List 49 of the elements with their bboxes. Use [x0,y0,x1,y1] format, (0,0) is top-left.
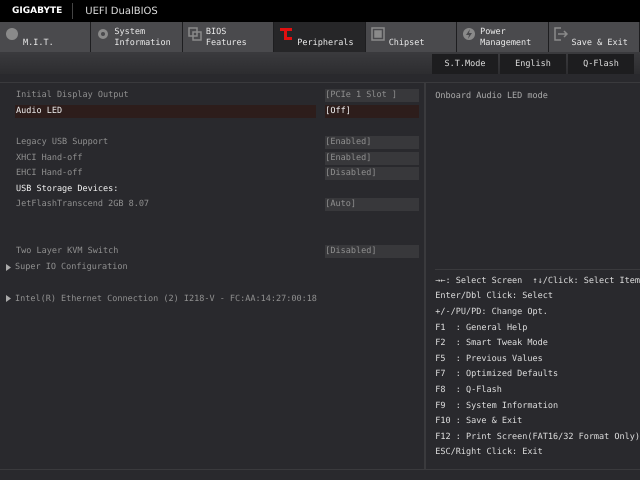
help-description: Onboard Audio LED mode [435,91,549,101]
key-hint: F12 : Print Screen(FAT16/32 Format Only) [435,430,640,444]
toolbar-button[interactable]: English [500,54,566,74]
layers-icon [188,27,202,41]
menu-tab[interactable]: Peripherals [274,22,365,52]
setting-value[interactable]: [Enabled] [325,152,420,165]
triangle-icon [6,264,11,271]
menu-tab[interactable]: BIOS Features [182,22,274,52]
section-heading: USB Storage Devices: [15,182,120,196]
submenu-item[interactable]: Intel(R) Ethernet Connection (2) I218-V - FC:AA:14:27:00:18 [15,294,317,304]
key-hint: F2 : Smart Tweak Mode [435,337,549,350]
key-hint: Enter/Dbl Click: Select [435,290,554,304]
key-hint: F7 : Optimized Defaults [435,368,560,382]
key-hint: F8 : Q-Flash [435,384,503,398]
setting-label[interactable]: Audio LED [15,104,316,118]
submenu-item[interactable]: Super IO Configuration [15,262,128,272]
setting-value[interactable]: [Enabled] [325,136,420,150]
setting-value[interactable]: [Off] [325,104,420,118]
setting-label[interactable]: XHCI Hand-off [15,152,316,165]
setting-value[interactable]: [Auto] [325,198,420,212]
key-hint: +/-/PU/PD: Change Opt. [435,306,549,320]
setting-label[interactable]: Initial Display Output [15,89,316,102]
triangle-icon [6,295,11,302]
setting-value[interactable]: [Disabled] [325,167,420,180]
key-hint: F9 : System Information [435,400,560,413]
key-hint: →←: Select Screen ↑↓/Click: Select Item [435,274,640,288]
key-hint: F1 : General Help [435,322,528,335]
menu-tab[interactable]: Chipset [366,22,456,52]
menu-tab[interactable]: M.I.T. [0,22,90,52]
toolbar-button[interactable]: Q-Flash [568,54,634,74]
setting-label[interactable]: Legacy USB Support [15,136,316,150]
window-title: UEFI DualBIOS [84,6,158,16]
exit-icon [554,27,568,41]
toolbar-button[interactable]: S.T.Mode [432,54,498,74]
setting-value[interactable]: [Disabled] [325,245,420,258]
menu-tab[interactable]: Power Management [457,22,548,52]
key-hint: F5 : Previous Values [435,352,544,366]
setting-value[interactable]: [PCIe 1 Slot ] [325,89,420,102]
menu-tab[interactable]: System Information [91,22,182,52]
key-hint: ESC/Right Click: Exit [435,446,544,460]
setting-label[interactable]: JetFlashTranscend 2GB 8.07 [15,198,316,212]
setting-label[interactable]: EHCI Hand-off [15,167,316,180]
key-hint: F10 : Save & Exit [435,415,524,428]
lightning-icon [462,27,476,41]
brand-logo: GIGABYTE [0,3,74,19]
setting-label[interactable]: Two Layer KVM Switch [15,245,316,258]
menu-tab[interactable]: Save & Exit [548,22,639,52]
disc-icon [5,27,19,41]
chip-icon [370,27,385,41]
